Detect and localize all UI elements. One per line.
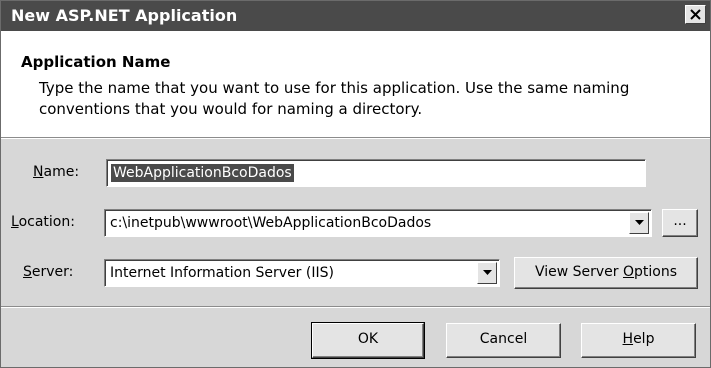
- location-label: Location:: [11, 214, 75, 230]
- header-divider: [1, 137, 710, 139]
- name-label-mnemonic: N: [33, 164, 44, 180]
- server-label-text: erver:: [31, 264, 74, 280]
- server-label: Server:: [23, 264, 73, 280]
- name-label-text: ame:: [43, 164, 80, 180]
- server-dropdown-button[interactable]: [477, 262, 497, 284]
- close-icon: [690, 9, 701, 20]
- server-value: Internet Information Server (IIS): [110, 265, 334, 281]
- location-value: c:\inetpub\wwwroot\WebApplicationBcoDado…: [110, 215, 432, 231]
- server-combobox[interactable]: Internet Information Server (IIS): [104, 259, 500, 287]
- new-asp-net-application-dialog: New ASP.NET Application Application Name…: [0, 0, 711, 368]
- help-button-mnemonic: H: [622, 331, 634, 347]
- name-input[interactable]: WebApplicationBcoDados: [106, 159, 646, 187]
- help-button-text: elp: [633, 331, 655, 347]
- chevron-down-icon: [483, 270, 492, 275]
- location-combobox[interactable]: c:\inetpub\wwwroot\WebApplicationBcoDado…: [104, 209, 652, 237]
- location-label-text: ocation:: [18, 214, 75, 230]
- view-server-options-button[interactable]: View Server Options: [514, 257, 698, 289]
- location-dropdown-button[interactable]: [629, 212, 649, 234]
- footer-divider: [1, 306, 710, 308]
- cancel-button[interactable]: Cancel: [446, 323, 561, 358]
- header-description: Type the name that you want to use for t…: [39, 79, 630, 118]
- name-input-value: WebApplicationBcoDados: [111, 164, 294, 182]
- ok-button[interactable]: OK: [311, 322, 425, 359]
- location-label-mnemonic: L: [11, 214, 19, 230]
- browse-button[interactable]: ...: [662, 209, 698, 237]
- server-label-mnemonic: S: [23, 264, 32, 280]
- help-button[interactable]: Help: [581, 323, 696, 358]
- view-server-options-prefix: View Server: [534, 264, 623, 280]
- header-panel: Application Name Type the name that you …: [1, 31, 710, 137]
- view-server-options-rest: ptions: [634, 264, 678, 280]
- view-server-options-mnemonic: O: [623, 264, 635, 280]
- name-label: Name:: [33, 164, 79, 180]
- close-button[interactable]: [685, 5, 706, 24]
- title-bar[interactable]: New ASP.NET Application: [1, 1, 710, 31]
- window-title: New ASP.NET Application: [11, 6, 238, 25]
- header-title: Application Name: [21, 53, 171, 71]
- chevron-down-icon: [635, 220, 644, 225]
